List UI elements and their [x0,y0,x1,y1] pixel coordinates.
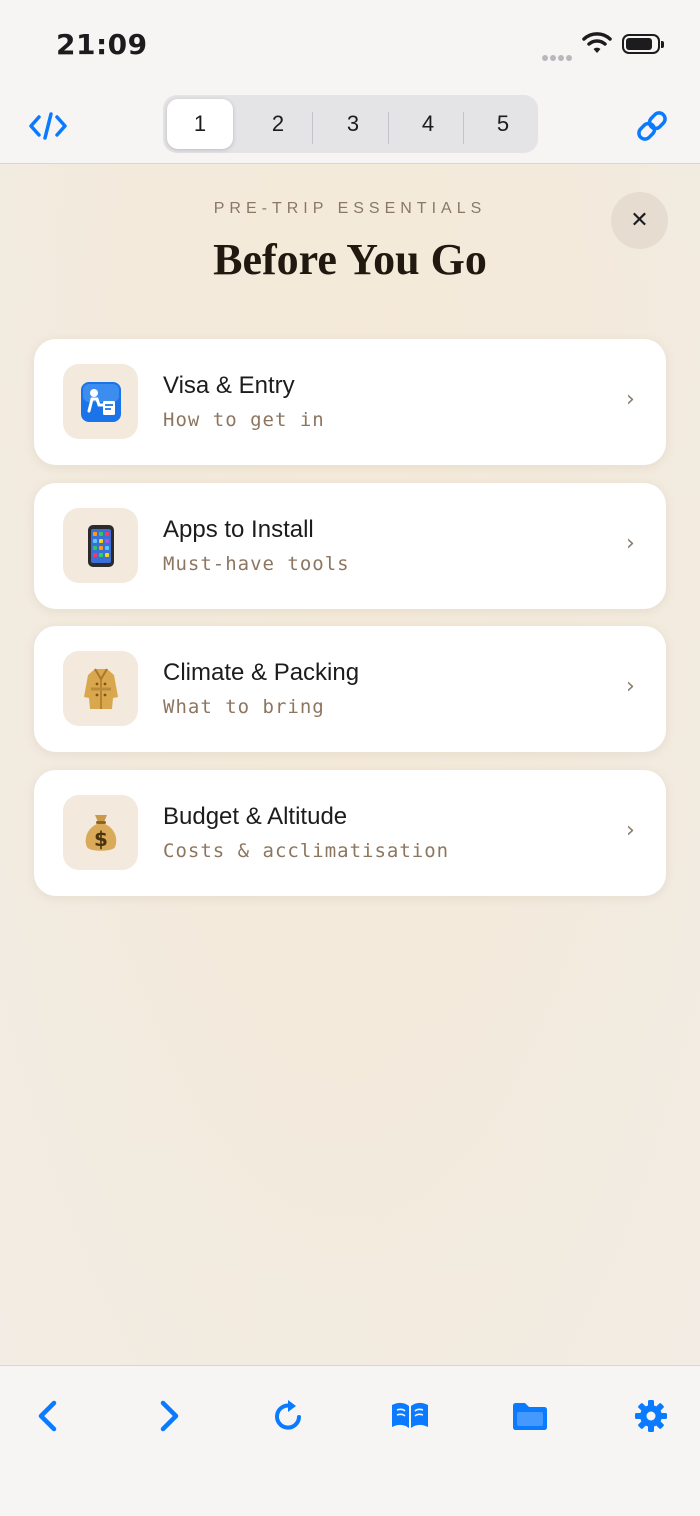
bookmarks-icon[interactable] [386,1394,434,1438]
forward-icon[interactable] [145,1394,193,1438]
cellular-signal-icon [542,46,574,65]
tab-3[interactable]: 3 [320,99,386,149]
tab-1[interactable]: 1 [167,99,233,149]
card-title: Climate & Packing [163,659,360,686]
folder-icon[interactable] [506,1394,554,1438]
code-icon[interactable] [26,104,70,148]
back-icon[interactable] [24,1394,72,1438]
card-visa-entry[interactable]: Visa & Entry How to get in › [34,339,666,465]
chevron-right-icon: › [626,818,635,843]
close-icon: ✕ [630,208,649,233]
wifi-icon [582,30,612,58]
tab-5[interactable]: 5 [470,99,536,149]
top-toolbar: 1 2 3 4 5 [0,90,700,164]
close-button[interactable]: ✕ [611,192,668,249]
money-bag-icon: $ [63,795,138,870]
card-subtitle: What to bring [163,696,325,718]
chevron-right-icon: › [626,674,635,699]
link-icon[interactable] [630,104,674,148]
coat-icon [63,651,138,726]
card-title: Visa & Entry [163,372,295,399]
tab-4[interactable]: 4 [395,99,461,149]
card-budget-altitude[interactable]: $ Budget & Altitude Costs & acclimatisat… [34,770,666,896]
battery-icon [622,34,664,54]
card-title: Budget & Altitude [163,803,348,830]
main-content: PRE-TRIP ESSENTIALS Before You Go ✕ Visa… [0,164,700,1365]
card-apps-install[interactable]: Apps to Install Must-have tools › [34,483,666,609]
status-time: 21:09 [56,28,148,61]
page-title: Before You Go [213,235,487,284]
card-subtitle: How to get in [163,409,325,431]
section-kicker: PRE-TRIP ESSENTIALS [213,200,487,217]
tab-2[interactable]: 2 [245,99,311,149]
settings-icon[interactable] [627,1394,675,1438]
svg-text:$: $ [94,827,108,851]
chevron-right-icon: › [626,387,635,412]
status-bar: 21:09 [0,0,700,90]
page-segmented-control: 1 2 3 4 5 [163,95,538,153]
card-subtitle: Costs & acclimatisation [163,840,450,862]
tab-separator [312,112,313,144]
tab-separator [388,112,389,144]
bottom-toolbar [0,1365,700,1516]
card-climate-packing[interactable]: Climate & Packing What to bring › [34,626,666,752]
reload-icon[interactable] [265,1394,313,1438]
passport-control-icon [63,364,138,439]
chevron-right-icon: › [626,531,635,556]
mobile-phone-icon [63,508,138,583]
card-title: Apps to Install [163,516,314,543]
tab-separator [463,112,464,144]
card-subtitle: Must-have tools [163,553,350,575]
